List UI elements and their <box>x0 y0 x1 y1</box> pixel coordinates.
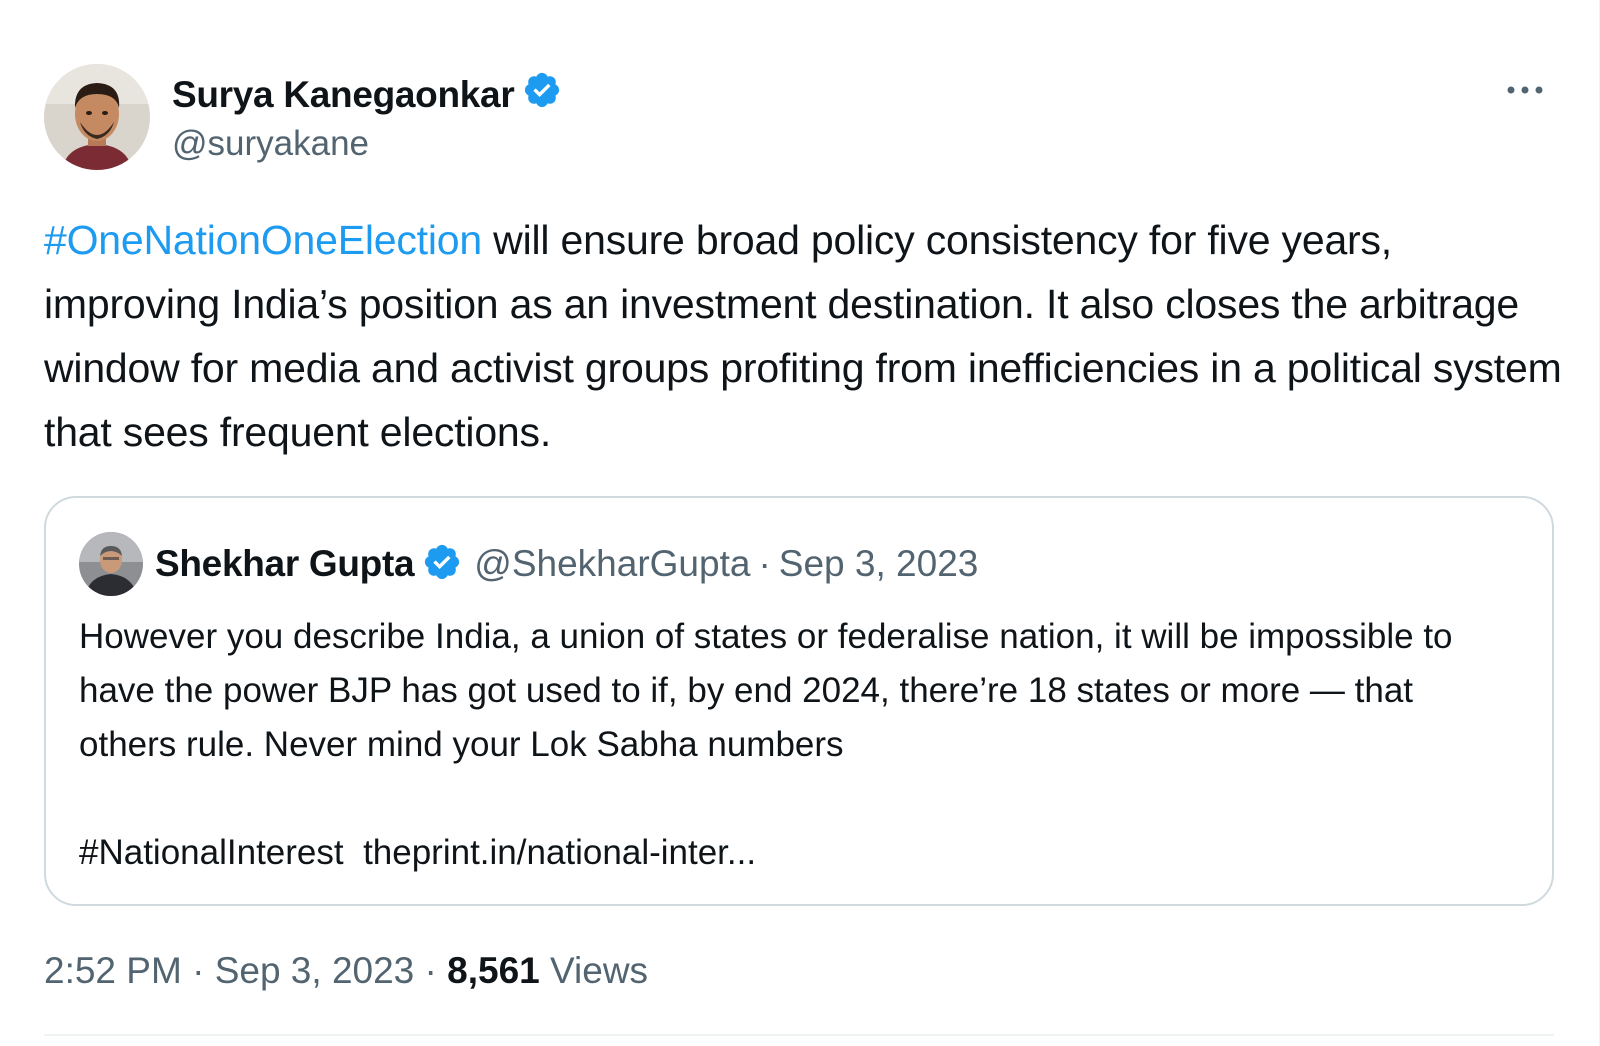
author-handle[interactable]: @suryakane <box>172 124 369 164</box>
author-name[interactable]: Surya Kanegaonkar <box>172 74 515 116</box>
quoted-tweet-text: However you describe India, a union of s… <box>79 610 1519 880</box>
tweet-date[interactable]: Sep 3, 2023 <box>215 950 415 991</box>
quoted-author-avatar[interactable] <box>79 532 143 596</box>
quoted-link-line: #NationalInterest theprint.in/national-i… <box>79 826 1519 880</box>
quoted-body: However you describe India, a union of s… <box>79 617 1453 764</box>
quoted-tweet-header: Shekhar Gupta @ShekharGupta · Sep 3, 202… <box>79 532 978 596</box>
author-avatar[interactable] <box>44 64 150 170</box>
quoted-date[interactable]: Sep 3, 2023 <box>779 543 979 585</box>
tweet-time[interactable]: 2:52 PM <box>44 950 182 991</box>
author-name-row[interactable]: Surya Kanegaonkar <box>172 70 562 119</box>
tweet-meta: 2:52 PM · Sep 3, 2023 · 8,561 Views <box>44 950 648 992</box>
quoted-author-name[interactable]: Shekhar Gupta <box>155 543 415 585</box>
more-options-icon[interactable] <box>1500 70 1550 110</box>
quoted-author-photo-icon <box>79 532 143 596</box>
meta-separator: · <box>424 950 437 991</box>
quoted-hashtag: #NationalInterest <box>79 833 344 872</box>
quoted-tweet[interactable]: Shekhar Gupta @ShekharGupta · Sep 3, 202… <box>44 496 1554 906</box>
quoted-verified-badge-icon[interactable] <box>422 542 462 587</box>
quoted-author-handle[interactable]: @ShekharGupta <box>474 543 750 585</box>
verified-badge-icon[interactable] <box>522 70 562 119</box>
divider <box>44 1034 1554 1036</box>
tweet-text: #OneNationOneElection will ensure broad … <box>44 208 1564 464</box>
views-label: Views <box>550 950 649 991</box>
hashtag-link[interactable]: #OneNationOneElection <box>44 217 482 263</box>
author-photo-icon <box>44 64 150 170</box>
quoted-separator: · <box>758 543 771 584</box>
tweet-detail: Surya Kanegaonkar @suryakane #OneNationO… <box>0 0 1600 1046</box>
meta-separator: · <box>192 950 205 991</box>
quoted-link: theprint.in/national-inter... <box>363 833 757 872</box>
views-count: 8,561 <box>447 950 540 991</box>
